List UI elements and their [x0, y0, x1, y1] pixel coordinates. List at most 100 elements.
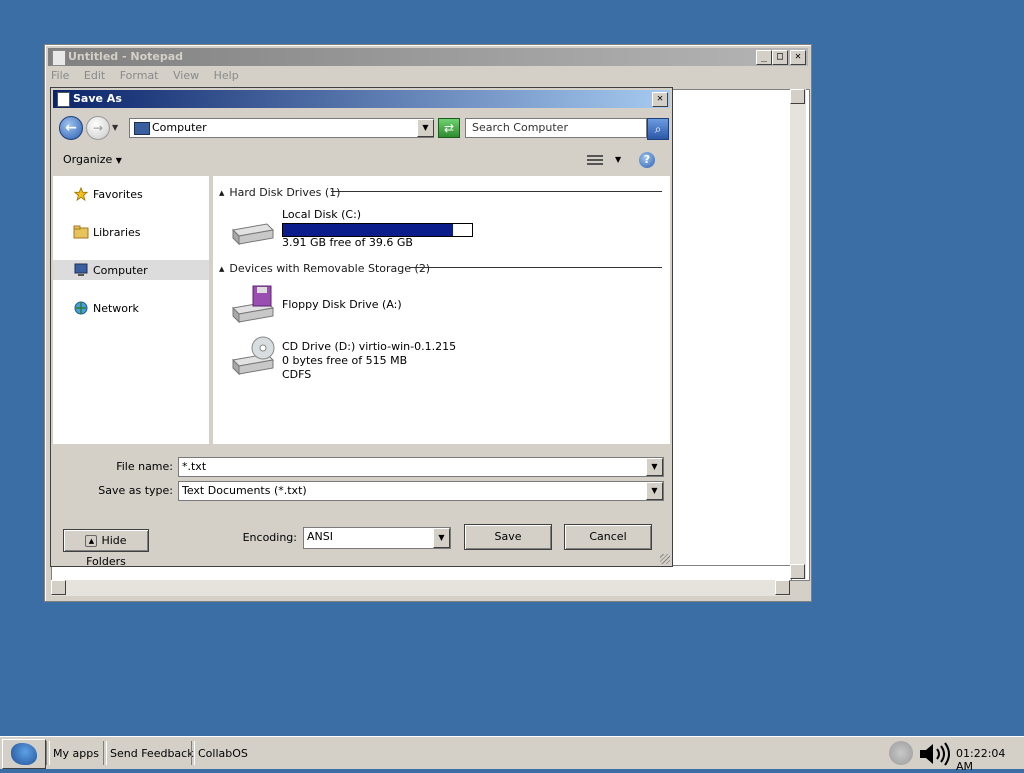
- notepad-text-area[interactable]: [670, 89, 810, 581]
- notepad-close-button[interactable]: ✕: [790, 50, 806, 65]
- menu-view[interactable]: View: [173, 69, 199, 82]
- computer-icon: [134, 122, 150, 135]
- minimize-button[interactable]: _: [756, 50, 772, 65]
- encoding-label: Encoding:: [242, 531, 297, 544]
- group-divider: [331, 191, 662, 192]
- taskbar-separator: [46, 741, 50, 765]
- nav-label-network: Network: [93, 302, 139, 315]
- group-hard-disk-drives[interactable]: ▲ Hard Disk Drives (1): [219, 186, 340, 199]
- taskbar-send-feedback[interactable]: Send Feedback: [110, 747, 194, 760]
- drive-name-local: Local Disk (C:): [282, 208, 362, 221]
- search-placeholder: Search Computer: [472, 121, 568, 134]
- file-name-label: File name:: [116, 460, 173, 473]
- back-button[interactable]: ←: [59, 116, 83, 140]
- chevron-up-icon: ▲: [85, 535, 98, 547]
- encoding-dropdown-button[interactable]: ▼: [433, 528, 450, 548]
- content-pane: ▲ Hard Disk Drives (1) Local Disk (C:) 3.…: [213, 176, 670, 444]
- notepad-icon: [52, 50, 66, 66]
- nav-label-computer: Computer: [93, 264, 148, 277]
- scroll-right-button[interactable]: [775, 580, 790, 595]
- chevron-down-icon: ▼: [115, 156, 122, 165]
- maximize-button[interactable]: □: [772, 50, 788, 65]
- network-icon: [74, 301, 88, 315]
- dialog-title: Save As: [73, 92, 122, 105]
- menu-edit[interactable]: Edit: [84, 69, 105, 82]
- address-dropdown-button[interactable]: ▼: [417, 119, 434, 137]
- notepad-titlebar[interactable]: Untitled - Notepad _ □ ✕: [48, 48, 808, 66]
- scroll-down-button[interactable]: [790, 564, 805, 579]
- scroll-left-button[interactable]: [51, 580, 66, 595]
- notepad-title: Untitled - Notepad: [68, 50, 184, 63]
- floppy-drive-icon: [231, 285, 275, 324]
- group-removable-storage[interactable]: ▲ Devices with Removable Storage (2): [219, 262, 430, 275]
- refresh-button[interactable]: ⇄: [438, 118, 460, 138]
- recent-locations-icon[interactable]: ▼: [112, 123, 118, 132]
- start-logo-icon: [11, 743, 37, 765]
- save-type-label: Save as type:: [98, 484, 173, 497]
- drive-free-cd: 0 bytes free of 515 MB: [282, 354, 408, 367]
- group-label-hard-disks: Hard Disk Drives (1): [229, 186, 341, 199]
- drive-name-floppy: Floppy Disk Drive (A:): [282, 298, 402, 311]
- dialog-close-button[interactable]: ✕: [652, 92, 668, 107]
- view-dropdown-icon[interactable]: ▼: [615, 155, 621, 164]
- group-divider: [410, 267, 662, 268]
- navigation-pane: Favorites Libraries Computer Network: [53, 176, 209, 444]
- organize-button[interactable]: Organize ▼: [63, 153, 122, 166]
- change-view-icon[interactable]: [587, 153, 603, 167]
- vertical-scrollbar[interactable]: [790, 89, 806, 579]
- dialog-icon: [57, 92, 70, 107]
- drive-free-local: 3.91 GB free of 39.6 GB: [282, 236, 413, 249]
- notepad-menubar: File Edit Format View Help: [51, 69, 250, 85]
- horizontal-scrollbar[interactable]: [51, 580, 790, 596]
- scroll-up-button[interactable]: [790, 89, 805, 104]
- menu-help[interactable]: Help: [214, 69, 239, 82]
- forward-button[interactable]: →: [86, 116, 110, 140]
- volume-icon[interactable]: [918, 741, 954, 767]
- star-icon: [73, 187, 89, 201]
- encoding-select[interactable]: ANSI ▼: [303, 527, 451, 549]
- taskbar-separator: [103, 741, 107, 765]
- computer-icon: [74, 263, 88, 276]
- dialog-titlebar[interactable]: Save As ✕: [53, 90, 670, 108]
- save-type-select[interactable]: Text Documents (*.txt) ▼: [178, 481, 664, 501]
- save-type-value: Text Documents (*.txt): [182, 484, 307, 497]
- taskbar: My apps Send Feedback CollabOS 01:22:04 …: [0, 736, 1024, 773]
- taskbar-collabos[interactable]: CollabOS: [198, 747, 248, 760]
- navigation-bar: ← → ▼ Computer ▼ ⇄ Search Computer ⌕: [53, 110, 670, 146]
- file-name-value: *.txt: [182, 460, 207, 473]
- disk-usage-fill: [283, 224, 454, 236]
- taskbar-my-apps[interactable]: My apps: [53, 747, 99, 760]
- nav-label-libraries: Libraries: [93, 226, 141, 239]
- file-name-dropdown-button[interactable]: ▼: [646, 458, 663, 476]
- start-button[interactable]: [2, 739, 46, 769]
- notepad-text-area-bottom[interactable]: [51, 565, 792, 581]
- encoding-value: ANSI: [307, 530, 333, 543]
- hard-disk-icon: [231, 223, 275, 246]
- save-type-dropdown-button[interactable]: ▼: [646, 482, 663, 500]
- search-input[interactable]: Search Computer: [465, 118, 647, 138]
- resize-grip[interactable]: [660, 554, 670, 564]
- search-button[interactable]: ⌕: [647, 118, 669, 140]
- hide-folders-button[interactable]: ▲ Hide Folders: [63, 529, 149, 568]
- menu-format[interactable]: Format: [120, 69, 159, 82]
- address-text: Computer: [152, 121, 207, 134]
- address-bar[interactable]: Computer: [129, 118, 434, 138]
- clock: 01:22:04 AM: [956, 747, 1006, 773]
- save-button[interactable]: Save: [464, 524, 552, 550]
- file-name-input[interactable]: *.txt ▼: [178, 457, 664, 477]
- organize-label: Organize: [63, 153, 113, 166]
- nav-item-favorites[interactable]: Favorites: [53, 184, 209, 204]
- disk-usage-bar: [282, 223, 473, 237]
- nav-item-computer[interactable]: Computer: [53, 260, 209, 280]
- collapse-icon: ▲: [219, 189, 225, 197]
- cancel-button[interactable]: Cancel: [564, 524, 652, 550]
- nav-item-network[interactable]: Network: [53, 298, 209, 318]
- nav-label-favorites: Favorites: [93, 188, 143, 201]
- network-tray-icon[interactable]: [889, 741, 913, 765]
- menu-file[interactable]: File: [51, 69, 69, 82]
- nav-item-libraries[interactable]: Libraries: [53, 222, 209, 242]
- group-label-removable: Devices with Removable Storage (2): [229, 262, 431, 275]
- help-button[interactable]: ?: [639, 152, 655, 168]
- command-bar: Organize ▼ ▼ ?: [53, 148, 670, 174]
- folder-icon: [73, 225, 89, 239]
